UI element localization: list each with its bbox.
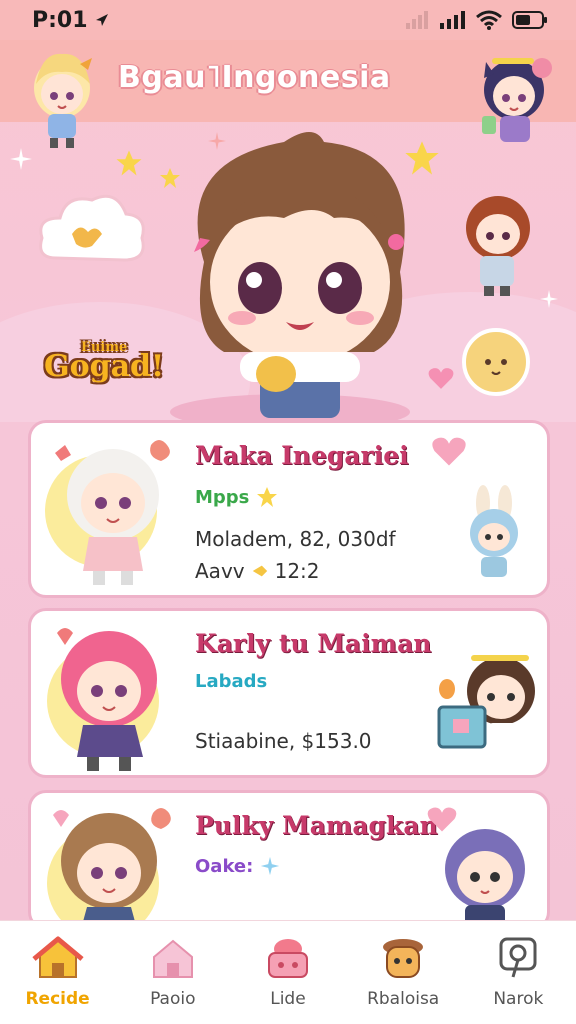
card-title: Pulky Mamagkan: [195, 811, 438, 840]
hero-badge-main: Gogad!: [44, 349, 165, 384]
hero-badge: Euime Gogad!: [44, 340, 164, 384]
card-subdetail: Aavv 12:2: [195, 559, 320, 583]
nav-item-paoio[interactable]: Paoio: [118, 935, 228, 1009]
card-detail: Stiaabine, $153.0: [195, 729, 372, 753]
list-card[interactable]: Karly tu Maiman Labads Stiaabine, $153.0: [28, 608, 550, 778]
nav-item-home[interactable]: Recide: [3, 935, 113, 1009]
bunny-chibi-avatar: [470, 485, 518, 577]
star-icon: [257, 487, 278, 507]
card-subdetail-value: 12:2: [274, 559, 320, 583]
map-pin-icon: [499, 937, 537, 978]
nav-item-lide[interactable]: Lide: [233, 935, 343, 1009]
card-tag: Oake:: [195, 855, 281, 877]
clock-text: P:01: [32, 7, 88, 33]
star-icon: [116, 150, 142, 176]
pink-hair-chibi-avatar: [47, 628, 159, 771]
nav-label: Recide: [25, 989, 90, 1009]
card-detail: Moladem, 82, 030df: [195, 527, 396, 551]
chibi-icon: [383, 939, 424, 978]
sparkle-icon: [252, 565, 267, 577]
laptop-chibi-avatar: [437, 655, 535, 751]
signal-faint-icon: [406, 11, 428, 29]
nav-item-rbaloisa[interactable]: Rbaloisa: [348, 935, 458, 1009]
card-title: Maka Inegariei: [195, 441, 409, 470]
house-icon: [152, 939, 193, 978]
yellow-blob-sticker: [462, 328, 530, 396]
card-tag-text: Oake:: [195, 855, 254, 877]
card-title: Karly tu Maiman: [195, 629, 432, 658]
heart-icon: [432, 437, 466, 466]
status-bar: P:01: [0, 0, 576, 40]
white-hair-chibi-avatar: [45, 440, 170, 585]
app-header: Bgau˥Ingonesia: [0, 40, 576, 148]
card-tag-text: Mpps: [195, 486, 250, 508]
heart-icon: [428, 368, 454, 389]
card-tag: Labads: [195, 671, 268, 692]
status-time: P:01: [32, 8, 110, 33]
location-arrow-icon: [95, 14, 108, 26]
cake-icon: [267, 939, 308, 978]
app-title: Bgau˥Ingonesia: [118, 60, 391, 95]
sparkle-icon: [261, 856, 280, 876]
redhead-chibi-sticker: [466, 196, 530, 296]
list-card[interactable]: Maka Inegariei Mpps Moladem, 82, 030df A…: [28, 420, 550, 598]
battery-icon: [512, 11, 547, 29]
list-card[interactable]: Pulky Mamagkan Oake:: [28, 790, 550, 930]
home-icon: [31, 936, 84, 978]
brunette-chibi-avatar: [47, 808, 171, 927]
sparkle-icon: [10, 148, 32, 170]
cloud-sticker: [39, 194, 145, 262]
nav-label: Rbaloisa: [367, 989, 440, 1009]
wifi-icon: [476, 10, 502, 30]
signal-icon: [440, 11, 465, 29]
nav-label: Narok: [493, 989, 544, 1009]
bottom-nav: Recide Paoio Lide Rbaloisa Narok: [0, 920, 576, 1024]
card-subdetail-label: Aavv: [195, 559, 245, 583]
card-tag: Mpps: [195, 485, 279, 509]
violet-hair-chibi-avatar: [445, 829, 525, 927]
nav-item-narok[interactable]: Narok: [463, 935, 573, 1009]
nav-label: Lide: [270, 989, 306, 1009]
nav-label: Paoio: [150, 989, 196, 1009]
main-chibi-character: [194, 132, 405, 418]
